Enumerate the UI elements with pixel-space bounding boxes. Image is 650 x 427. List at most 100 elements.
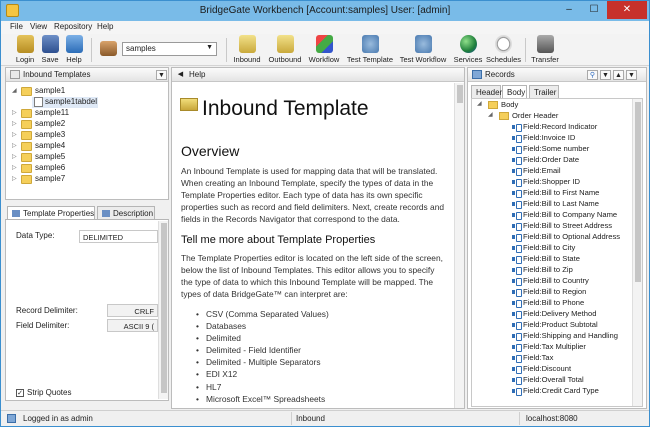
expand-icon[interactable]: ◢	[488, 111, 493, 118]
overview-line: When creating an Inbound Template, speci…	[181, 178, 434, 188]
toolbar-separator	[226, 38, 227, 62]
tab-description[interactable]: Description	[97, 206, 155, 219]
records-scrollbar[interactable]	[632, 99, 642, 406]
search-icon[interactable]: ⚲	[587, 70, 598, 80]
account-select[interactable]: samples ▼	[122, 42, 217, 56]
properties-scrollbar[interactable]	[158, 221, 168, 399]
help-button[interactable]: Help	[63, 34, 85, 66]
transfer-button[interactable]: Transfer	[530, 34, 560, 66]
list-item: CSV (Comma Separated Values)	[196, 309, 329, 319]
properties-icon	[12, 210, 20, 217]
maximize-button[interactable]: ☐	[582, 1, 606, 19]
inbound-templates-panel: Inbound Templates ▼ ◢ sample1 sample1tab…	[5, 67, 169, 200]
menu-file[interactable]: File	[10, 22, 23, 31]
menu-help[interactable]: Help	[97, 22, 113, 31]
overview-line: fields in the Records Navigator that cor…	[181, 214, 400, 224]
tab-body[interactable]: Body	[502, 85, 527, 98]
records-tabs: Header Body Trailer	[471, 85, 641, 98]
data-type-field[interactable]: DELIMITED	[79, 230, 158, 243]
list-item: Delimited - Multiple Separators	[196, 357, 320, 367]
field-icon	[512, 233, 522, 242]
menu-repository[interactable]: Repository	[54, 22, 92, 31]
schedules-button[interactable]: Schedules	[486, 34, 521, 66]
inbound-button[interactable]: Inbound	[232, 34, 262, 66]
folder-icon	[488, 101, 498, 109]
expand-icon[interactable]: ▷	[12, 164, 17, 171]
field-icon	[512, 123, 522, 132]
field-icon	[512, 156, 522, 165]
panel-menu-button[interactable]: ▼	[626, 70, 637, 80]
inbound-template-icon	[180, 98, 198, 111]
folder-icon	[21, 109, 32, 118]
expand-icon[interactable]: ▷	[12, 175, 17, 182]
checkbox-checked-icon: ✓	[16, 389, 24, 397]
title-bar[interactable]: BridgeGate Workbench [Account:samples] U…	[1, 1, 649, 21]
outbound-button[interactable]: Outbound	[266, 34, 304, 66]
floppy-disk-icon	[41, 35, 59, 53]
tab-header[interactable]: Header	[471, 85, 502, 98]
folder-icon	[21, 164, 32, 173]
expand-icon[interactable]: ▷	[12, 109, 17, 116]
save-button[interactable]: Save	[39, 34, 61, 66]
description-icon	[102, 210, 110, 217]
minimize-button[interactable]: –	[557, 1, 581, 19]
scrollbar-thumb[interactable]	[457, 85, 463, 103]
scrollbar-thumb[interactable]	[161, 223, 167, 393]
field-icon	[512, 365, 522, 374]
services-button[interactable]: Services	[453, 34, 483, 66]
menu-view[interactable]: View	[30, 22, 47, 31]
toolbar-separator	[525, 38, 526, 62]
expand-icon[interactable]: ▷	[12, 142, 17, 149]
overview-line: An Inbound Template is used for mapping …	[181, 166, 438, 176]
overview-line: properties such as record and field deli…	[181, 202, 445, 212]
more-line: The Template Properties editor is locate…	[181, 253, 443, 263]
tab-trailer[interactable]: Trailer	[529, 85, 559, 98]
scrollbar-thumb[interactable]	[635, 102, 641, 282]
field-icon	[512, 277, 522, 286]
help-scrollbar[interactable]	[454, 83, 464, 408]
field-delimiter-label: Field Delimiter:	[16, 321, 70, 330]
status-login: Logged in as admin	[23, 414, 93, 423]
record-delimiter-label: Record Delimiter:	[16, 306, 78, 315]
record-delimiter-field[interactable]: CRLF	[107, 304, 158, 317]
test-template-button[interactable]: Test Template	[346, 34, 394, 66]
tree-item-sample1tabdel[interactable]: sample1tabdel	[32, 97, 98, 108]
template-icon	[34, 97, 43, 107]
expand-icon[interactable]: ▷	[12, 153, 17, 160]
tab-template-properties[interactable]: Template Properties	[7, 206, 95, 219]
panel-menu-button[interactable]: ▼	[156, 70, 167, 80]
lock-icon	[16, 35, 34, 53]
more-line: types of data BridgeGate™ can interpret …	[181, 289, 348, 299]
expand-icon[interactable]: ▷	[12, 120, 17, 127]
field-icon	[512, 321, 522, 330]
folder-icon	[21, 87, 32, 96]
list-item: Microsoft Excel™ Spreadsheets	[196, 394, 325, 404]
records-tree: ◢ Body ◢ Order Header Field:Record Indic…	[471, 98, 643, 407]
help-book-icon	[65, 35, 83, 53]
help-title: Inbound Template	[202, 97, 369, 120]
data-type-label: Data Type:	[16, 231, 55, 240]
move-up-icon[interactable]: ▲	[613, 70, 624, 80]
test-workflow-button[interactable]: Test Workflow	[398, 34, 448, 66]
field-icon	[512, 222, 522, 231]
more-heading: Tell me more about Template Properties	[181, 234, 376, 246]
field-icon	[512, 310, 522, 319]
field-delimiter-field[interactable]: ASCII 9 (	[107, 319, 158, 332]
collapse-all-icon[interactable]: ▼	[600, 70, 611, 80]
clock-icon	[494, 35, 512, 53]
folder-icon	[499, 112, 509, 120]
expand-icon[interactable]: ◢	[12, 87, 17, 94]
list-item: Databases	[196, 321, 246, 331]
properties-tabs: Template Properties Description	[7, 206, 169, 219]
close-button[interactable]: ✕	[607, 1, 647, 19]
workflow-button[interactable]: Workflow	[307, 34, 341, 66]
list-item: Delimited	[196, 333, 241, 343]
account-icon	[98, 34, 118, 66]
collapse-icon[interactable]: ◀	[175, 70, 186, 80]
folder-icon	[21, 142, 32, 151]
expand-icon[interactable]: ▷	[12, 131, 17, 138]
more-line: the type of data to which this Inbound T…	[181, 277, 434, 287]
template-properties-panel: Data Type: DELIMITED Record Delimiter: C…	[5, 219, 169, 401]
expand-icon[interactable]: ◢	[477, 100, 482, 107]
login-button[interactable]: Login	[13, 34, 37, 66]
